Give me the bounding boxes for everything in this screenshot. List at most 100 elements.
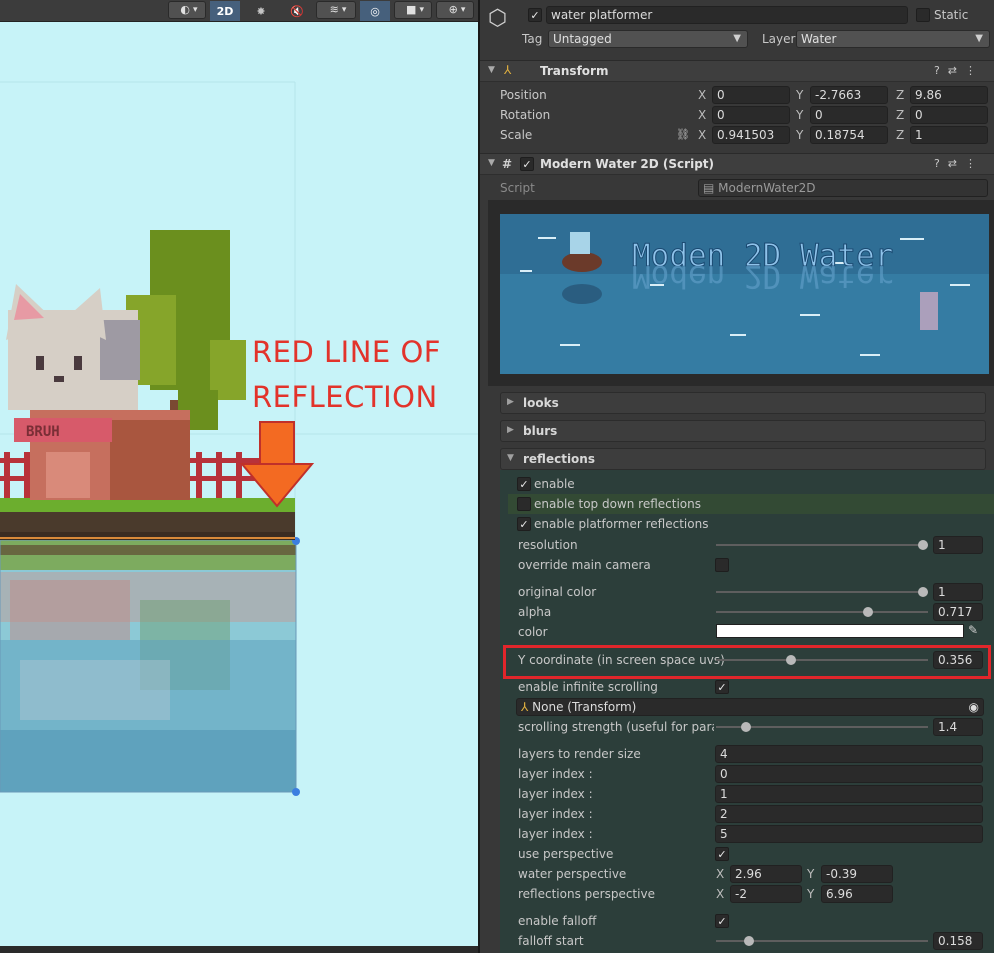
gameobject-name-field[interactable]: water platformer — [546, 6, 908, 24]
section-looks[interactable]: ▶ looks — [500, 392, 986, 414]
layer-index-field[interactable]: 0 — [715, 765, 983, 783]
color-label: color — [518, 625, 548, 639]
chevron-down-icon: ▼ — [733, 33, 741, 44]
axis-y-label: Y — [807, 887, 815, 901]
water-reflection — [0, 537, 300, 796]
resolution-slider[interactable] — [716, 536, 928, 554]
gameobject-icon: ⬡ — [488, 6, 508, 31]
position-label: Position — [500, 88, 547, 102]
top-down-reflections-label: enable top down reflections — [534, 497, 701, 511]
scale-z-field[interactable]: 1 — [910, 126, 988, 144]
script-value: ModernWater2D — [718, 181, 816, 195]
axis-z-label: Z — [896, 128, 905, 142]
alpha-field[interactable]: 0.717 — [933, 603, 983, 621]
position-y-field[interactable]: -2.7663 — [810, 86, 888, 104]
camera-dropdown[interactable]: ■ — [394, 1, 432, 19]
scrolling-strength-field[interactable]: 1.4 — [933, 718, 983, 736]
section-reflections[interactable]: ▼ reflections — [500, 448, 986, 470]
effects-dropdown[interactable]: ≋ — [316, 1, 356, 19]
falloff-label: enable falloff — [518, 914, 597, 928]
link-icon[interactable]: ⛓ — [676, 128, 690, 141]
script-reference-field: ▤ ModernWater2D — [698, 179, 988, 197]
scale-label: Scale — [500, 128, 533, 142]
slider-knob[interactable] — [863, 607, 873, 617]
infinite-scrolling-checkbox[interactable]: ✓ — [715, 680, 729, 694]
water-perspective-x-field[interactable]: 2.96 — [730, 865, 802, 883]
rotation-z-field[interactable]: 0 — [910, 106, 988, 124]
banner-art: Moden 2D Water Moden 2D Water — [500, 214, 989, 374]
slider-knob[interactable] — [918, 587, 928, 597]
static-checkbox[interactable] — [916, 8, 930, 22]
banner-title-reflection: Moden 2D Water — [632, 258, 893, 294]
script-component-header[interactable]: ▼ # ✓ Modern Water 2D (Script) ?⇄⋮ — [480, 153, 994, 175]
component-menu-icons[interactable]: ?⇄⋮ — [934, 157, 984, 170]
transform-header[interactable]: ▼ ⅄ Transform ?⇄⋮ — [480, 60, 994, 82]
reflection-annotation: RED LINE OF REFLECTION — [252, 330, 478, 420]
falloff-start-field[interactable]: 0.158 — [933, 932, 983, 950]
rotation-x-field[interactable]: 0 — [712, 106, 790, 124]
scene-canvas[interactable]: BRUH — [0, 22, 478, 948]
object-picker-icon[interactable]: ◉ — [969, 699, 979, 715]
platformer-reflections-checkbox[interactable]: ✓ — [517, 517, 531, 531]
use-perspective-label: use perspective — [518, 847, 614, 861]
layer-index-label: layer index : — [518, 807, 593, 821]
falloff-checkbox[interactable]: ✓ — [715, 914, 729, 928]
reflections-perspective-x-field[interactable]: -2 — [730, 885, 802, 903]
lighting-toggle-button[interactable]: ✸ — [246, 1, 276, 21]
transform-icon: ⅄ — [504, 63, 512, 77]
eyedropper-icon[interactable]: ✎ — [968, 623, 978, 637]
scene-view[interactable]: ◐ 2D ✸ 🔇 ≋ ◎ ■ ⊕ — [0, 0, 478, 953]
scale-x-field[interactable]: 0.941503 — [712, 126, 790, 144]
section-blurs[interactable]: ▶ blurs — [500, 420, 986, 442]
position-z-field[interactable]: 9.86 — [910, 86, 988, 104]
axis-y-label: Y — [796, 108, 804, 122]
use-perspective-checkbox[interactable]: ✓ — [715, 847, 729, 861]
rotation-y-field[interactable]: 0 — [810, 106, 888, 124]
scale-y-field[interactable]: 0.18754 — [810, 126, 888, 144]
transform-reference-field[interactable]: ⅄ None (Transform) ◉ — [516, 698, 984, 716]
original-color-field[interactable]: 1 — [933, 583, 983, 601]
rotation-label: Rotation — [500, 108, 551, 122]
component-menu-icons[interactable]: ?⇄⋮ — [934, 64, 984, 77]
component-enabled-checkbox[interactable]: ✓ — [520, 157, 534, 171]
gameobject-active-checkbox[interactable]: ✓ — [528, 8, 542, 22]
foldout-arrow-icon[interactable]: ▼ — [488, 65, 495, 75]
tag-dropdown[interactable]: Untagged ▼ — [548, 30, 748, 48]
layers-size-field[interactable]: 4 — [715, 745, 983, 763]
alpha-slider[interactable] — [716, 603, 928, 621]
layer-index-field[interactable]: 1 — [715, 785, 983, 803]
override-camera-checkbox[interactable] — [715, 558, 729, 572]
slider-knob[interactable] — [744, 936, 755, 946]
scene-toolbar: ◐ 2D ✸ 🔇 ≋ ◎ ■ ⊕ — [0, 0, 478, 22]
highlight-box — [503, 645, 991, 679]
water-perspective-y-field[interactable]: -0.39 — [821, 865, 893, 883]
scrolling-strength-slider[interactable] — [716, 718, 928, 736]
audio-toggle-button[interactable]: 🔇 — [282, 1, 312, 21]
falloff-start-label: falloff start — [518, 934, 584, 948]
axis-y-label: Y — [796, 88, 804, 102]
slider-knob[interactable] — [918, 540, 928, 550]
layer-index-field[interactable]: 5 — [715, 825, 983, 843]
enable-checkbox[interactable]: ✓ — [517, 477, 531, 491]
2d-toggle-button[interactable]: 2D — [210, 1, 240, 21]
slider-knob[interactable] — [740, 722, 751, 732]
top-down-reflections-checkbox[interactable] — [517, 497, 531, 511]
position-x-field[interactable]: 0 — [712, 86, 790, 104]
enable-label: enable — [534, 477, 575, 491]
foldout-arrow-icon[interactable]: ▼ — [488, 158, 495, 168]
layer-dropdown[interactable]: Water ▼ — [796, 30, 990, 48]
alpha-label: alpha — [518, 605, 552, 619]
section-looks-label: looks — [523, 396, 559, 410]
reflections-perspective-y-field[interactable]: 6.96 — [821, 885, 893, 903]
resolution-field[interactable]: 1 — [933, 536, 983, 554]
original-color-slider[interactable] — [716, 583, 928, 601]
color-swatch[interactable] — [716, 624, 964, 638]
ground-platform — [0, 498, 295, 540]
shading-mode-dropdown[interactable]: ◐ — [168, 1, 206, 19]
hidden-objects-toggle-button[interactable]: ◎ — [360, 1, 390, 21]
falloff-start-slider[interactable] — [716, 932, 928, 950]
axis-x-label: X — [698, 88, 707, 102]
axis-z-label: Z — [896, 88, 905, 102]
layer-index-field[interactable]: 2 — [715, 805, 983, 823]
gizmos-dropdown[interactable]: ⊕ — [436, 1, 474, 19]
